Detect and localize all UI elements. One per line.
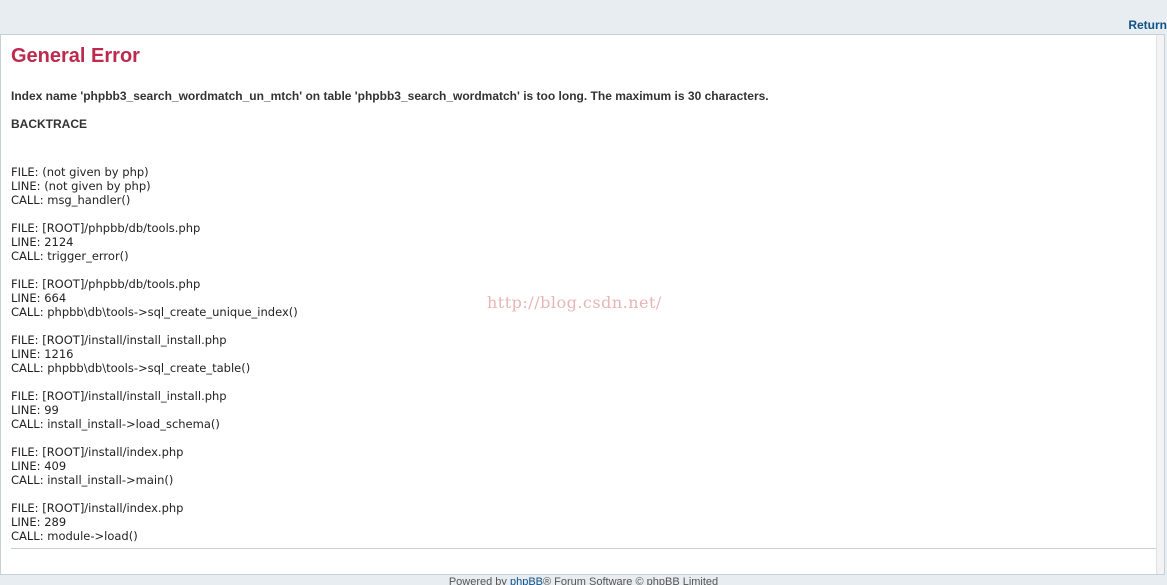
watermark: http://blog.csdn.net/ — [487, 293, 662, 312]
trace-call: CALL: install_install->load_schema() — [11, 417, 220, 431]
backtrace-entry: FILE: [ROOT]/install/index.php LINE: 409… — [11, 445, 611, 487]
error-message: Index name 'phpbb3_search_wordmatch_un_m… — [11, 89, 769, 103]
trace-file: FILE: [ROOT]/install/index.php — [11, 501, 184, 515]
trace-call: CALL: msg_handler() — [11, 193, 131, 207]
return-link[interactable]: Return — [1128, 18, 1167, 32]
divider — [11, 548, 1160, 549]
footer-prefix: Powered by — [448, 576, 510, 585]
footer: Powered by phpBB® Forum Software © phpBB… — [0, 576, 1167, 585]
trace-call: CALL: phpbb\db\tools->sql_create_table() — [11, 361, 251, 375]
trace-file: FILE: [ROOT]/phpbb/db/tools.php — [11, 221, 201, 235]
trace-call: CALL: install_install->main() — [11, 473, 174, 487]
backtrace-entry: FILE: [ROOT]/install/install_install.php… — [11, 389, 611, 431]
trace-file: FILE: (not given by php) — [11, 165, 149, 179]
backtrace-entry: FILE: [ROOT]/install/index.php LINE: 289… — [11, 501, 611, 543]
backtrace-entry: FILE: [ROOT]/phpbb/db/tools.php LINE: 21… — [11, 221, 611, 263]
backtrace-heading: BACKTRACE — [11, 117, 87, 131]
error-title: General Error — [11, 45, 140, 67]
backtrace-entry: FILE: [ROOT]/install/install_install.php… — [11, 333, 611, 375]
trace-call: CALL: trigger_error() — [11, 249, 129, 263]
trace-line-number: LINE: 99 — [11, 403, 59, 417]
trace-line-number: LINE: 409 — [11, 459, 67, 473]
trace-line-number: LINE: (not given by php) — [11, 179, 151, 193]
backtrace-list: FILE: (not given by php) LINE: (not give… — [11, 165, 611, 557]
trace-line-number: LINE: 289 — [11, 515, 67, 529]
trace-line-number: LINE: 1216 — [11, 347, 74, 361]
footer-phpbb-link[interactable]: phpBB — [510, 576, 543, 585]
trace-file: FILE: [ROOT]/phpbb/db/tools.php — [11, 277, 201, 291]
backtrace-entry: FILE: (not given by php) LINE: (not give… — [11, 165, 611, 207]
footer-suffix: ® Forum Software © phpBB Limited — [543, 576, 719, 585]
scrollbar-track[interactable] — [1156, 35, 1164, 574]
trace-line-number: LINE: 2124 — [11, 235, 74, 249]
trace-file: FILE: [ROOT]/install/install_install.php — [11, 333, 227, 347]
error-panel: General Error Index name 'phpbb3_search_… — [0, 34, 1165, 575]
trace-call: CALL: module->load() — [11, 529, 138, 543]
trace-file: FILE: [ROOT]/install/install_install.php — [11, 389, 227, 403]
trace-file: FILE: [ROOT]/install/index.php — [11, 445, 184, 459]
